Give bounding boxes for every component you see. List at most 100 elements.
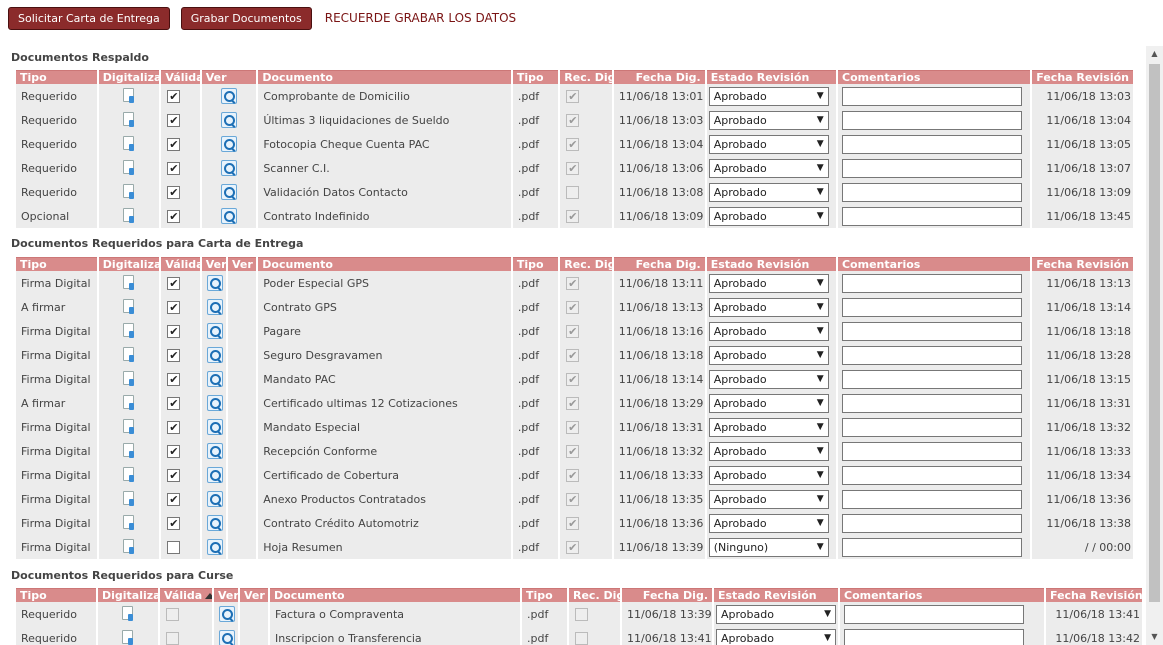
magnifier-icon[interactable]: [221, 136, 238, 152]
column-header-ver2[interactable]: Ver: [228, 257, 257, 271]
column-header-rec[interactable]: Rec. Dig.: [569, 588, 620, 602]
comentarios-input[interactable]: [841, 489, 1022, 509]
estado-revision-select[interactable]: Aprobado ▼: [708, 465, 829, 485]
valida-checkbox[interactable]: [167, 540, 181, 554]
comentarios-input[interactable]: [841, 465, 1022, 485]
column-header-comentarios[interactable]: Comentarios: [837, 257, 1030, 271]
magnifier-icon[interactable]: [221, 112, 238, 128]
document-upload-icon[interactable]: [123, 112, 135, 128]
comentarios-input[interactable]: [842, 182, 1022, 202]
magnifier-icon[interactable]: [221, 160, 238, 176]
comentarios-input[interactable]: [841, 297, 1022, 317]
magnifier-icon[interactable]: [206, 539, 223, 555]
valida-checkbox[interactable]: ✔: [167, 420, 181, 434]
column-header-ver2[interactable]: Ver: [240, 588, 268, 602]
estado-revision-select[interactable]: Aprobado ▼: [708, 182, 829, 202]
magnifier-icon[interactable]: [206, 299, 223, 315]
document-upload-icon[interactable]: [123, 88, 135, 104]
column-header-ver[interactable]: Ver: [201, 257, 226, 271]
valida-checkbox[interactable]: ✔: [167, 137, 181, 151]
estado-revision-select[interactable]: Aprobado ▼: [708, 369, 829, 389]
comentarios-input[interactable]: [841, 393, 1022, 413]
comentarios-input[interactable]: [844, 604, 1024, 624]
document-upload-icon[interactable]: [123, 419, 135, 435]
column-header-fecha_rev[interactable]: Fecha Revisión: [1031, 257, 1133, 271]
valida-checkbox[interactable]: ✔: [167, 444, 181, 458]
scroll-down-arrow-icon[interactable]: ▼: [1146, 629, 1163, 645]
column-header-fecha[interactable]: Fecha Dig.: [613, 257, 705, 271]
column-header-fecha_rev[interactable]: Fecha Revisión: [1031, 70, 1133, 84]
valida-checkbox[interactable]: ✔: [167, 396, 181, 410]
document-upload-icon[interactable]: [123, 515, 135, 531]
document-upload-icon[interactable]: [123, 467, 135, 483]
column-header-digitalizar[interactable]: Digitalizar: [98, 257, 160, 271]
valida-checkbox[interactable]: ✔: [167, 276, 181, 290]
document-upload-icon[interactable]: [122, 630, 134, 645]
column-header-fecha[interactable]: Fecha Dig.: [613, 70, 705, 84]
magnifier-icon[interactable]: [206, 395, 223, 411]
magnifier-icon[interactable]: [206, 371, 223, 387]
column-header-digitalizar[interactable]: Digitalizar: [98, 588, 158, 602]
document-upload-icon[interactable]: [123, 323, 135, 339]
solicitar-carta-button[interactable]: Solicitar Carta de Entrega: [8, 6, 170, 30]
magnifier-icon[interactable]: [219, 606, 235, 622]
comentarios-input[interactable]: [841, 273, 1022, 293]
document-upload-icon[interactable]: [123, 539, 135, 555]
document-upload-icon[interactable]: [123, 443, 135, 459]
column-header-rec[interactable]: Rec. Dig.: [560, 70, 612, 84]
estado-revision-select[interactable]: Aprobado ▼: [708, 321, 829, 341]
estado-revision-select[interactable]: Aprobado ▼: [708, 513, 829, 533]
valida-checkbox[interactable]: ✔: [167, 161, 181, 175]
vertical-scrollbar[interactable]: ▲ ▼: [1146, 46, 1163, 645]
magnifier-icon[interactable]: [221, 208, 238, 224]
magnifier-icon[interactable]: [206, 275, 223, 291]
valida-checkbox[interactable]: ✔: [167, 324, 181, 338]
valida-checkbox[interactable]: ✔: [167, 300, 181, 314]
document-upload-icon[interactable]: [123, 275, 135, 291]
valida-checkbox[interactable]: ✔: [167, 89, 181, 103]
document-upload-icon[interactable]: [123, 299, 135, 315]
comentarios-input[interactable]: [842, 158, 1022, 178]
magnifier-icon[interactable]: [221, 184, 238, 200]
magnifier-icon[interactable]: [206, 443, 223, 459]
magnifier-icon[interactable]: [206, 491, 223, 507]
valida-checkbox[interactable]: ✔: [167, 185, 181, 199]
column-header-tipo2[interactable]: Tipo: [522, 588, 567, 602]
column-header-comentarios[interactable]: Comentarios: [840, 588, 1044, 602]
estado-revision-select[interactable]: Aprobado ▼: [708, 86, 829, 106]
column-header-comentarios[interactable]: Comentarios: [838, 70, 1030, 84]
comentarios-input[interactable]: [842, 134, 1022, 154]
valida-checkbox[interactable]: ✔: [167, 372, 181, 386]
comentarios-input[interactable]: [841, 513, 1022, 533]
estado-revision-select[interactable]: Aprobado ▼: [708, 489, 829, 509]
scrollbar-thumb[interactable]: [1149, 64, 1160, 602]
estado-revision-select[interactable]: Aprobado ▼: [708, 134, 829, 154]
comentarios-input[interactable]: [841, 417, 1022, 437]
estado-revision-select[interactable]: Aprobado ▼: [708, 273, 829, 293]
magnifier-icon[interactable]: [206, 467, 223, 483]
comentarios-input[interactable]: [841, 369, 1022, 389]
column-header-digitalizar[interactable]: Digitalizar: [98, 70, 160, 84]
magnifier-icon[interactable]: [206, 419, 223, 435]
magnifier-icon[interactable]: [206, 323, 223, 339]
document-upload-icon[interactable]: [123, 184, 135, 200]
document-upload-icon[interactable]: [123, 371, 135, 387]
column-header-estado[interactable]: Estado Revisión: [714, 588, 838, 602]
column-header-tipo[interactable]: Tipo: [16, 70, 97, 84]
estado-revision-select[interactable]: Aprobado ▼: [716, 604, 836, 624]
estado-revision-select[interactable]: Aprobado ▼: [708, 393, 829, 413]
comentarios-input[interactable]: [844, 628, 1024, 645]
document-upload-icon[interactable]: [123, 136, 135, 152]
comentarios-input[interactable]: [841, 441, 1022, 461]
magnifier-icon[interactable]: [206, 347, 223, 363]
column-header-ver[interactable]: Ver: [201, 70, 257, 84]
estado-revision-select[interactable]: Aprobado ▼: [708, 206, 829, 226]
estado-revision-select[interactable]: Aprobado ▼: [716, 628, 836, 645]
comentarios-input[interactable]: [841, 321, 1022, 341]
column-header-documento[interactable]: Documento: [270, 588, 520, 602]
estado-revision-select[interactable]: Aprobado ▼: [708, 158, 829, 178]
column-header-tipo2[interactable]: Tipo: [512, 257, 559, 271]
estado-revision-select[interactable]: Aprobado ▼: [708, 110, 829, 130]
document-upload-icon[interactable]: [123, 491, 135, 507]
document-upload-icon[interactable]: [123, 347, 135, 363]
